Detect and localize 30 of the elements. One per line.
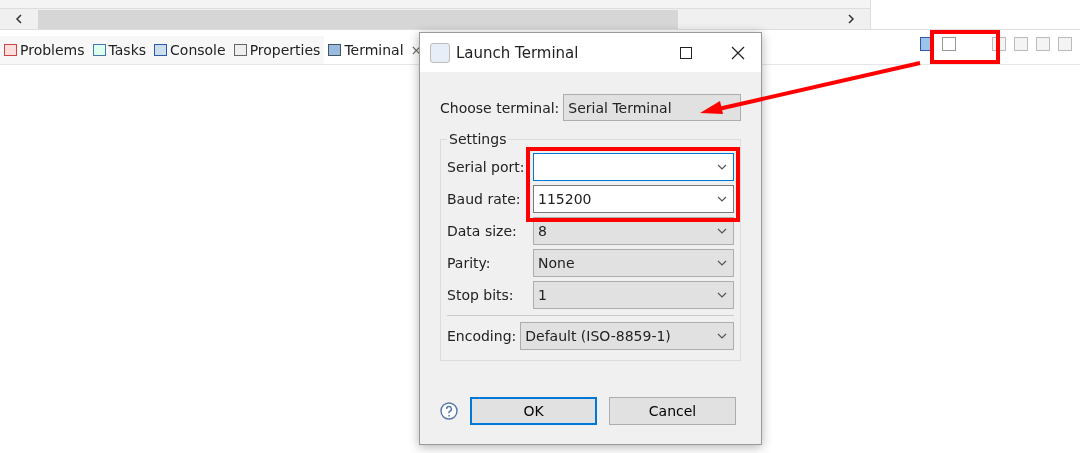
dialog-button[interactable]: Cancel: [609, 397, 736, 425]
field-label: Serial port:: [447, 159, 526, 175]
terminal-dropdown[interactable]: Serial Terminal: [563, 94, 741, 121]
scrollbar-thumb[interactable]: [38, 9, 678, 29]
dialog-title: Launch Terminal: [456, 43, 579, 62]
dropdown-field[interactable]: 115200: [533, 185, 734, 213]
caret-icon: [717, 228, 727, 234]
field-label: Stop bits:: [447, 287, 515, 303]
highlight-frame: [930, 30, 1000, 64]
caret-icon: [717, 164, 727, 170]
help-icon[interactable]: [440, 402, 458, 420]
caret-icon: [717, 260, 727, 266]
field-label: Parity:: [447, 255, 492, 271]
group-title: Settings: [448, 131, 508, 147]
field-label: Data size:: [447, 223, 518, 239]
view-tab[interactable]: Tasks: [88, 36, 151, 64]
view-tab[interactable]: Problems: [0, 36, 89, 64]
dropdown-field[interactable]: None: [533, 249, 734, 277]
caret-icon: [717, 196, 727, 202]
caret-icon: [717, 333, 727, 339]
field-label: Encoding:: [447, 328, 517, 344]
dialog-button[interactable]: OK: [470, 397, 597, 425]
field-label: Baud rate:: [447, 191, 522, 207]
dropdown-field[interactable]: 1: [533, 281, 734, 309]
view-tab[interactable]: Console: [150, 36, 230, 64]
caret-icon: [717, 292, 727, 298]
dropdown-field[interactable]: [533, 153, 734, 181]
view-tab[interactable]: Properties: [229, 36, 325, 64]
field-label: Choose terminal:: [440, 99, 560, 116]
dropdown-field[interactable]: Default (ISO-8859-1): [520, 322, 734, 350]
